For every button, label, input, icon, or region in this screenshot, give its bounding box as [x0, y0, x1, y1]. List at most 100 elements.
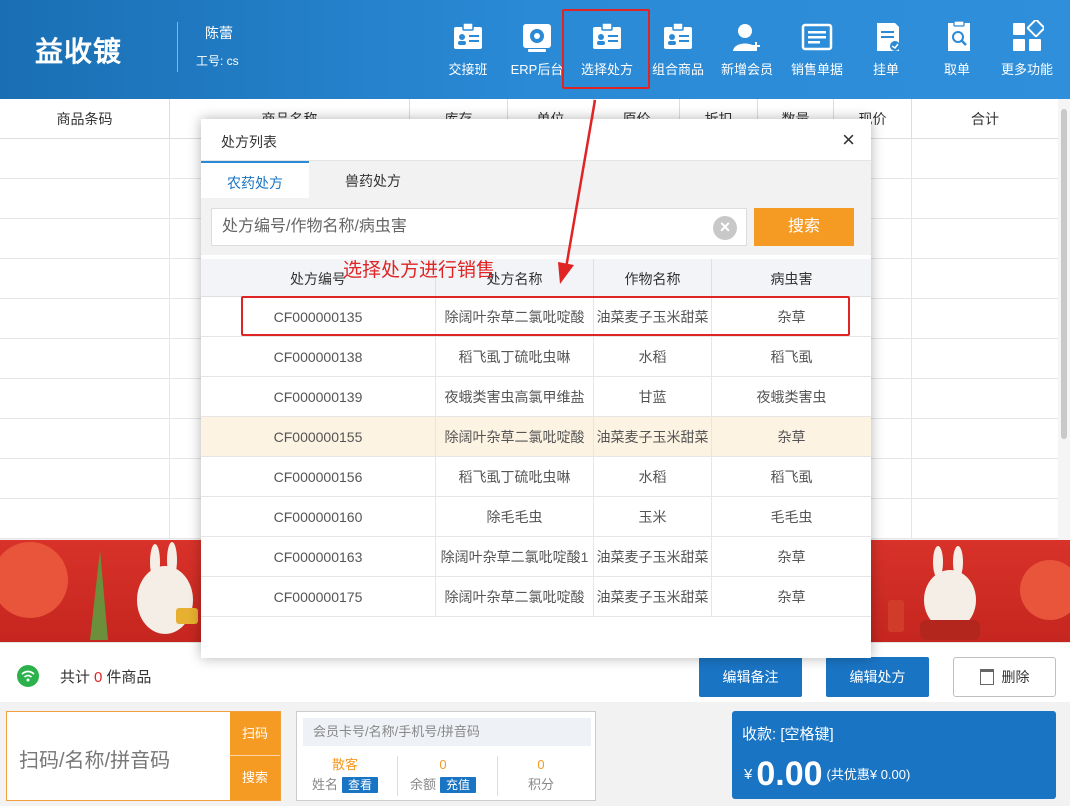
tab-veterinary-prescription[interactable]: 兽药处方	[309, 161, 437, 199]
app-logo: 益收镀	[35, 36, 123, 67]
scan-buttons: 扫码 搜索	[230, 712, 280, 800]
prescription-id-cell: CF000000175	[201, 577, 436, 617]
prescription-name-cell: 除毛毛虫	[436, 497, 594, 537]
column-header: 作物名称	[594, 259, 712, 297]
crop-name-cell: 甘蓝	[594, 377, 712, 417]
toolbar-label: 交接班	[448, 62, 488, 77]
tab-pesticide-prescription[interactable]: 农药处方	[201, 161, 309, 199]
pest-cell: 杂草	[777, 549, 806, 565]
prescription-id-cell: CF000000160	[201, 497, 436, 537]
column-header: 商品条码	[0, 99, 170, 139]
count-suffix: 件商品	[106, 669, 152, 686]
pest-cell: 稻飞虱	[770, 349, 813, 365]
toolbar-label: 挂单	[872, 62, 899, 77]
prescription-search-button[interactable]: 搜索	[754, 208, 854, 246]
member-name-value: 散客	[331, 757, 358, 772]
prescription-row[interactable]: CF000000156 稻飞虱丁硫吡虫啉 水稻 稻飞虱	[201, 457, 871, 497]
edit-note-button[interactable]: 编辑备注	[699, 657, 802, 697]
add-member-icon	[733, 24, 760, 51]
toolbar-more-functions-button[interactable]: 更多功能	[998, 20, 1056, 84]
prescription-row[interactable]: CF000000160 除毛毛虫 玉米 毛毛虫	[201, 497, 871, 537]
dialog-title: 处方列表	[221, 134, 277, 150]
member-balance-cell: 0 余额 充值	[395, 756, 491, 796]
checkout-panel[interactable]: 收款: [空格键] ¥0.00 (共优惠¥ 0.00)	[732, 711, 1056, 799]
member-points-value: 0	[537, 757, 545, 772]
toolbar-add-member-button[interactable]: 新增会员	[719, 20, 775, 84]
pest-cell: 杂草	[777, 429, 806, 445]
prescription-id-cell: CF000000156	[201, 457, 436, 497]
member-points-label: 积分	[527, 777, 554, 792]
prescription-id-cell: CF000000138	[201, 337, 436, 377]
member-balance-label: 余额	[409, 777, 436, 792]
toolbar-erp-button[interactable]: ERP后台	[510, 20, 564, 84]
prescription-row[interactable]: CF000000175 除阔叶杂草二氯吡啶酸 油菜麦子玉米甜菜 杂草	[201, 577, 871, 617]
column-divider	[911, 139, 912, 539]
crop-name-cell: 玉米	[594, 497, 712, 537]
total-amount: 0.00	[756, 755, 823, 793]
column-header: 合计	[971, 111, 999, 127]
pest-cell: 夜蛾类害虫	[756, 389, 827, 405]
count-prefix: 共计	[60, 669, 91, 686]
close-icon[interactable]: ×	[842, 129, 855, 151]
prescription-row[interactable]: CF000000138 稻飞虱丁硫吡虫啉 水稻 稻飞虱	[201, 337, 871, 377]
prescription-search-input[interactable]: 处方编号/作物名称/病虫害	[211, 208, 747, 246]
delete-button[interactable]: 删除	[953, 657, 1056, 697]
toolbar-sales-receipt-button[interactable]: 销售单据	[788, 20, 846, 84]
count-value: 0	[94, 669, 103, 686]
top-header: 益收镀 陈蕾 工号: cs 交接班 ERP后台 选择处方 组合商品 新增会员 销…	[0, 0, 1070, 99]
scrollbar-thumb[interactable]	[1061, 109, 1067, 439]
toolbar-handover-button[interactable]: 交接班	[446, 20, 490, 84]
prescription-name-cell: 除阔叶杂草二氯吡啶酸1	[436, 537, 594, 577]
header-divider	[177, 22, 178, 72]
member-balance-value: 0	[439, 757, 447, 772]
recharge-button[interactable]: 充值	[440, 777, 477, 793]
prescription-row[interactable]: CF000000139 夜蛾类害虫高氯甲维盐 甘蓝 夜蛾类害虫	[201, 377, 871, 417]
prescription-row[interactable]: CF000000163 除阔叶杂草二氯吡啶酸1 油菜麦子玉米甜菜 杂草	[201, 537, 871, 577]
delete-label: 删除	[1001, 669, 1030, 685]
column-divider	[169, 139, 170, 539]
crop-name-cell: 油菜麦子玉米甜菜	[594, 537, 712, 577]
scan-input-placeholder[interactable]: 扫码/名称/拼音码	[19, 744, 170, 773]
checkout-amount: ¥0.00 (共优惠¥ 0.00)	[744, 755, 910, 794]
erp-settings-icon	[523, 24, 551, 52]
column-header: 病虫害	[770, 271, 813, 287]
prescription-name-cell: 夜蛾类害虫高氯甲维盐	[436, 377, 594, 417]
toolbar-combo-goods-button[interactable]: 组合商品	[650, 20, 706, 84]
edit-prescription-button[interactable]: 编辑处方	[826, 657, 929, 697]
toolbar-label: 销售单据	[790, 62, 843, 77]
view-member-button[interactable]: 查看	[342, 777, 379, 793]
crop-name-cell: 水稻	[594, 457, 712, 497]
crop-name-cell: 水稻	[594, 337, 712, 377]
prescription-id-cell: CF000000139	[201, 377, 436, 417]
member-points-cell: 0 积分	[493, 756, 589, 796]
trash-icon	[979, 669, 994, 685]
prescription-row[interactable]: CF000000155 除阔叶杂草二氯吡啶酸 油菜麦子玉米甜菜 杂草	[201, 417, 871, 457]
clear-search-icon[interactable]: ×	[713, 216, 737, 240]
scan-button[interactable]: 扫码	[230, 712, 280, 756]
crop-name-cell: 油菜麦子玉米甜菜	[594, 417, 712, 457]
pest-cell: 杂草	[777, 589, 806, 605]
prescription-tabs: 农药处方 兽药处方	[201, 160, 871, 199]
pest-cell: 毛毛虫	[770, 509, 813, 525]
currency-symbol: ¥	[744, 766, 753, 783]
crop-name-cell: 油菜麦子玉米甜菜	[594, 577, 712, 617]
toolbar-label: ERP后台	[510, 62, 564, 77]
prescription-name-cell: 稻飞虱丁硫吡虫啉	[436, 457, 594, 497]
toolbar-retrieve-order-button[interactable]: 取单	[942, 20, 972, 84]
member-search-input[interactable]: 会员卡号/名称/手机号/拼音码	[303, 718, 591, 746]
toolbar-hold-order-button[interactable]: 挂单	[871, 20, 901, 84]
scan-input-box[interactable]: 扫码/名称/拼音码 扫码 搜索	[6, 711, 281, 801]
annotation-text: 选择处方进行销售	[343, 260, 496, 281]
prescription-table-header: 处方编号 处方名称 作物名称 病虫害	[201, 259, 871, 297]
scan-search-button[interactable]: 搜索	[230, 756, 280, 800]
toolbar-label: 取单	[943, 62, 970, 77]
prescription-id-cell: CF000000163	[201, 537, 436, 577]
hold-order-icon	[877, 23, 900, 51]
table-scrollbar[interactable]	[1058, 99, 1070, 539]
item-count: 共计 0 件商品	[60, 666, 151, 687]
discount-total: (共优惠¥ 0.00)	[826, 767, 911, 782]
toolbar-highlight-box	[562, 9, 650, 89]
user-id: 工号: cs	[196, 54, 239, 68]
user-name: 陈蕾	[205, 25, 233, 41]
member-name-cell: 散客 姓名 查看	[297, 756, 393, 796]
